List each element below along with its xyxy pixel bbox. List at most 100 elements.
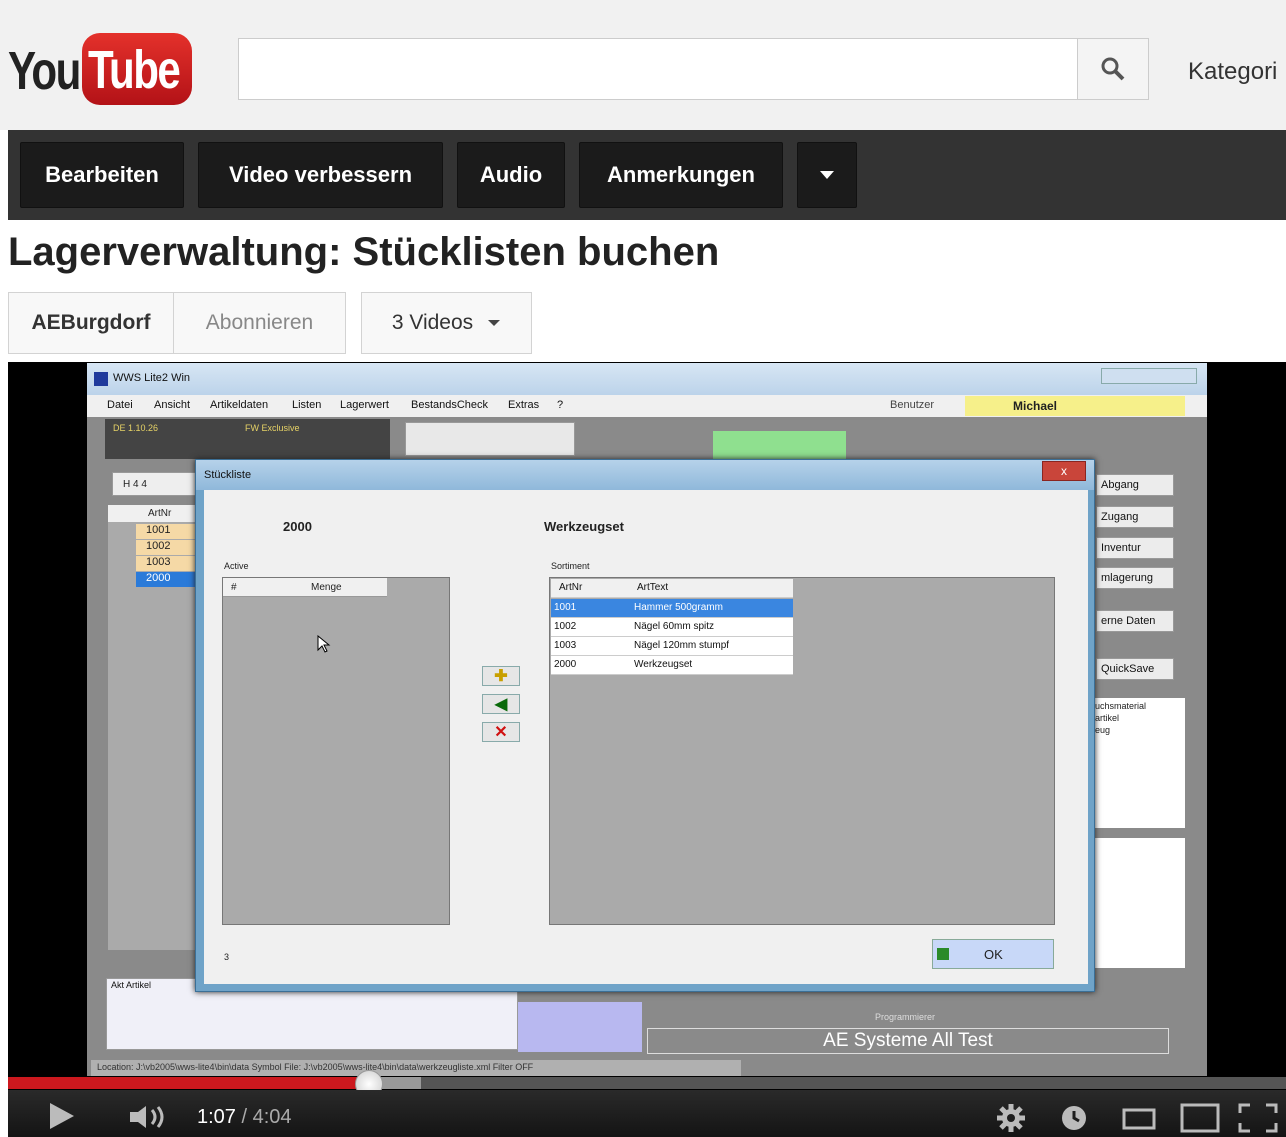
category-list: uchsmaterial artikel eug xyxy=(1093,698,1185,828)
row-arttext: Hammer 500gramm xyxy=(634,602,723,613)
subscribe-button[interactable]: Abonnieren xyxy=(173,292,346,354)
article-number: 2000 xyxy=(283,519,312,534)
app-icon xyxy=(94,372,108,386)
volume-icon[interactable] xyxy=(128,1104,170,1130)
active-label: Active xyxy=(224,561,249,571)
add-item-button[interactable]: ✚ xyxy=(482,666,520,686)
audio-button[interactable]: Audio xyxy=(457,142,565,208)
quick-search-box[interactable] xyxy=(405,422,575,456)
arrow-left-icon: ◀ xyxy=(494,696,508,713)
table-row[interactable]: 2000 Werkzeugset xyxy=(551,656,793,675)
app-window-title: WWS Lite2 Win xyxy=(113,372,191,384)
small-player-icon[interactable] xyxy=(1122,1108,1156,1130)
fullscreen-icon[interactable] xyxy=(1238,1103,1278,1133)
mouse-cursor-icon xyxy=(317,635,331,653)
table-row[interactable]: 1002 Nägel 60mm spitz xyxy=(551,618,793,637)
menu-artikeldaten[interactable]: Artikeldaten xyxy=(210,399,268,411)
menu-ansicht[interactable]: Ansicht xyxy=(154,399,190,411)
play-icon[interactable] xyxy=(48,1101,76,1131)
row-artnr: 1002 xyxy=(554,621,577,632)
side-panel-empty xyxy=(1093,838,1185,968)
menu-datei[interactable]: Datei xyxy=(107,399,133,411)
app-titlebar: WWS Lite2 Win xyxy=(87,363,1207,395)
article-grid: ArtNr 1001 1002 1003 2000 xyxy=(108,505,196,950)
status-firmware: FW Exclusive xyxy=(245,423,300,433)
category-link[interactable]: Kategori xyxy=(1188,58,1277,86)
menu-bestandscheck[interactable]: BestandsCheck xyxy=(411,399,488,411)
annotations-button[interactable]: Anmerkungen xyxy=(579,142,783,208)
hash-column: # xyxy=(231,582,237,593)
user-name: Michael xyxy=(965,396,1105,416)
externe-daten-button[interactable]: erne Daten xyxy=(1096,610,1174,632)
channel-name[interactable]: AEBurgdorf xyxy=(8,292,174,354)
row-arttext: Nägel 60mm spitz xyxy=(634,621,715,632)
active-grid[interactable]: # Menge xyxy=(222,577,450,925)
row-artnr: 2000 xyxy=(554,659,577,670)
color-panel xyxy=(518,1002,642,1052)
youtube-logo-tube[interactable]: Tube xyxy=(82,33,192,105)
search-input[interactable] xyxy=(238,38,1078,100)
grid-row[interactable]: 1002 xyxy=(136,540,196,555)
more-dropdown-button[interactable] xyxy=(797,142,857,208)
delete-icon: ✕ xyxy=(494,724,508,741)
user-label: Benutzer xyxy=(890,399,935,411)
menu-lagerwert[interactable]: Lagerwert xyxy=(340,399,389,411)
inventur-button[interactable]: Inventur xyxy=(1096,537,1174,559)
menu-help[interactable]: ? xyxy=(557,399,563,411)
app-statusbar: Location: J:\vb2005\wws-lite4\bin\data S… xyxy=(91,1060,741,1076)
search-button[interactable] xyxy=(1077,38,1149,100)
zugang-button[interactable]: Zugang xyxy=(1096,506,1174,528)
chevron-down-icon xyxy=(820,171,834,179)
delete-item-button[interactable]: ✕ xyxy=(482,722,520,742)
artnr-column: ArtNr xyxy=(559,582,583,593)
row-artnr: 1001 xyxy=(554,602,577,613)
record-navigator[interactable]: H 4 4 xyxy=(112,472,197,496)
list-item[interactable]: uchsmaterial xyxy=(1095,700,1183,712)
menu-extras[interactable]: Extras xyxy=(508,399,539,411)
user-extra xyxy=(1105,396,1185,416)
videos-dropdown[interactable]: 3 Videos xyxy=(361,292,532,354)
menge-column: Menge xyxy=(311,582,342,593)
abgang-button[interactable]: Abgang xyxy=(1096,474,1174,496)
list-item[interactable]: eug xyxy=(1095,724,1183,736)
grid-header: ArtNr xyxy=(108,505,196,522)
large-player-icon[interactable] xyxy=(1180,1103,1220,1133)
row-artnr: 1003 xyxy=(554,640,577,651)
checkmark-icon xyxy=(937,948,949,960)
window-controls[interactable] xyxy=(1101,368,1197,384)
ok-button[interactable]: OK xyxy=(932,939,1054,969)
gear-icon[interactable] xyxy=(996,1103,1026,1133)
grid-row-selected[interactable]: 2000 xyxy=(136,572,196,587)
grid-row[interactable]: 1001 xyxy=(136,524,196,539)
menu-listen[interactable]: Listen xyxy=(292,399,321,411)
enhance-video-button[interactable]: Video verbessern xyxy=(198,142,443,208)
youtube-logo-you[interactable]: You xyxy=(8,40,81,102)
table-row-selected[interactable]: 1001 Hammer 500gramm xyxy=(551,599,793,618)
watch-later-icon[interactable] xyxy=(1061,1105,1087,1131)
time-current: 1:07 xyxy=(197,1106,236,1128)
info-panel: DE 1.10.26 FW Exclusive xyxy=(105,419,390,459)
brand-box: AE Systeme All Test xyxy=(647,1028,1169,1054)
list-item[interactable]: artikel xyxy=(1095,712,1183,724)
edit-button[interactable]: Bearbeiten xyxy=(20,142,184,208)
search-icon xyxy=(1101,57,1125,81)
details-button[interactable] xyxy=(713,431,846,459)
active-grid-header: # Menge xyxy=(223,578,387,597)
chevron-down-icon xyxy=(488,320,501,326)
time-display: 1:07 / 4:04 xyxy=(197,1106,292,1129)
videos-count: 3 Videos xyxy=(391,311,474,334)
arttext-column: ArtText xyxy=(637,582,669,593)
ok-label: OK xyxy=(984,947,1003,962)
sortiment-label: Sortiment xyxy=(551,561,590,571)
transfer-left-button[interactable]: ◀ xyxy=(482,694,520,714)
umlagerung-button[interactable]: mlagerung xyxy=(1096,567,1174,589)
article-name: Werkzeugset xyxy=(544,519,624,534)
quicksave-button[interactable]: QuickSave xyxy=(1096,658,1174,680)
grid-row[interactable]: 1003 xyxy=(136,556,196,571)
logo-tube-text: Tube xyxy=(88,40,181,100)
status-date: DE 1.10.26 xyxy=(113,423,159,433)
row-arttext: Nägel 120mm stumpf xyxy=(634,640,730,651)
dialog-titlebar: Stückliste x xyxy=(196,460,1094,490)
table-row[interactable]: 1003 Nägel 120mm stumpf xyxy=(551,637,793,656)
close-icon[interactable]: x xyxy=(1042,461,1086,481)
